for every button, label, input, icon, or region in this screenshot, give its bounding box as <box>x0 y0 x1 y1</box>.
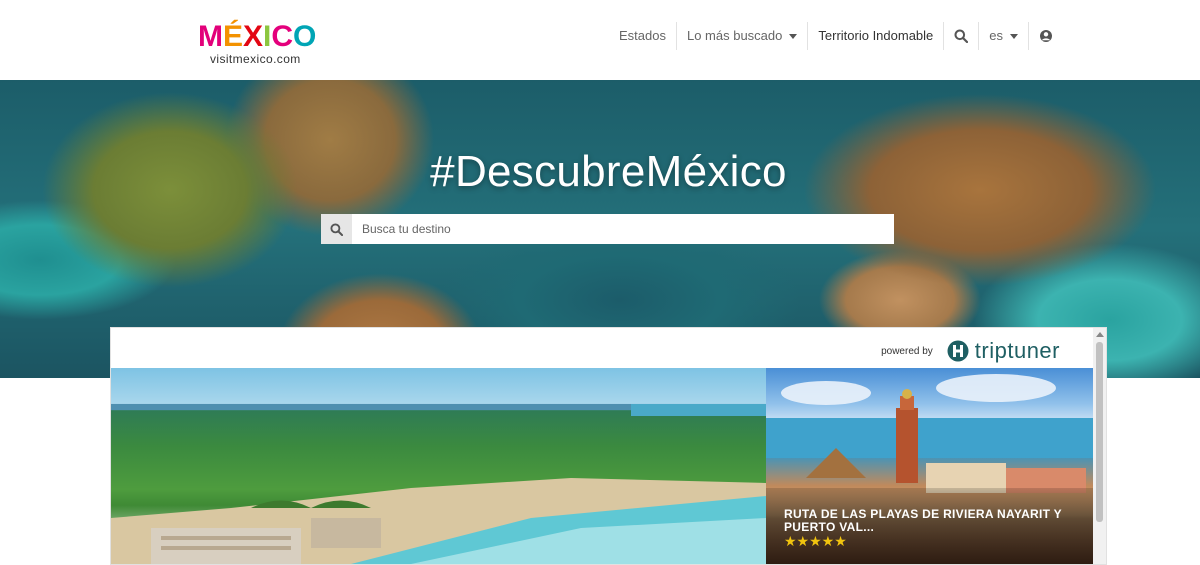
destination-card-main[interactable] <box>111 368 766 564</box>
caret-down-icon <box>1010 33 1019 39</box>
user-account-button[interactable] <box>1029 22 1063 50</box>
language-selector[interactable]: es <box>979 22 1030 50</box>
site-header: MÉXICO visitmexico.com Estados Lo más bu… <box>0 0 1200 80</box>
triptuner-wordmark: triptuner <box>974 338 1060 363</box>
logo-wordmark: MÉXICO <box>198 20 317 53</box>
destination-search-input[interactable] <box>352 214 894 244</box>
beach-aerial-image <box>111 404 766 564</box>
powered-by-label: powered by <box>881 345 933 357</box>
scroll-up-arrow-icon[interactable] <box>1096 332 1104 337</box>
search-icon <box>954 29 969 43</box>
search-icon <box>330 222 343 236</box>
nav-territorio-indomable[interactable]: Territorio Indomable <box>808 22 945 50</box>
destination-card-riviera-nayarit[interactable]: RUTA DE LAS PLAYAS DE RIVIERA NAYARIT Y … <box>766 368 1093 564</box>
triptuner-icon <box>947 340 969 362</box>
nav-search-button[interactable] <box>944 22 980 50</box>
destination-search-button[interactable] <box>321 214 352 244</box>
widget-scrollbar[interactable] <box>1093 328 1106 564</box>
language-label: es <box>989 28 1004 43</box>
destination-search <box>321 214 894 244</box>
main-nav: Estados Lo más buscado Territorio Indoma… <box>609 22 1063 50</box>
nav-lo-mas-buscado[interactable]: Lo más buscado <box>677 22 809 50</box>
hero-title: #DescubreMéxico <box>430 147 787 196</box>
user-icon <box>1040 30 1053 42</box>
powered-by: powered by triptuner <box>881 338 1060 364</box>
nav-estados[interactable]: Estados <box>609 22 677 50</box>
visitmexico-logo[interactable]: MÉXICO visitmexico.com <box>198 20 328 68</box>
triptuner-logo[interactable]: triptuner <box>947 338 1060 364</box>
triptuner-widget: powered by triptuner RUTA DE LAS PLAYAS … <box>110 327 1107 565</box>
logo-subtitle: visitmexico.com <box>210 52 301 66</box>
caret-down-icon <box>789 33 798 39</box>
nav-lo-mas-buscado-label: Lo más buscado <box>686 28 783 43</box>
card-title: RUTA DE LAS PLAYAS DE RIVIERA NAYARIT Y … <box>784 507 1062 534</box>
rating-stars: ★★★★★ <box>784 533 847 549</box>
scroll-thumb[interactable] <box>1096 342 1103 522</box>
